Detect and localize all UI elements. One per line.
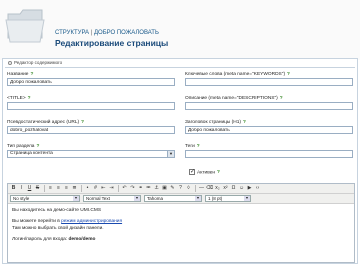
section-type-label: Тип раздела bbox=[7, 144, 35, 149]
content-editor: B I U S ≡ ≡ ≡ ≣ • # ⇤ ⇥ ↶ ↷ ⚭ ⚮ ⚓ ▣ ✎ ? … bbox=[7, 183, 355, 263]
content-line: Вы можете перейти в режим администрирова… bbox=[12, 219, 123, 224]
help-icon[interactable]: ? bbox=[217, 170, 220, 175]
page-header: СТРУКТУРА | ДОБРО ПОЖАЛОВАТЬ Редактирова… bbox=[0, 0, 360, 60]
tab-icon bbox=[8, 60, 12, 65]
editor-content[interactable]: Вы находитесь на демо-сайте UMI.CMS Вы м… bbox=[8, 204, 354, 246]
help-icon[interactable]: ? bbox=[197, 144, 200, 149]
editor-format-toolbar: No style ▼ Normal Text ▼ Tahoma ▼ 1 (8 pt) ▼ bbox=[8, 194, 354, 204]
toolbar-separator bbox=[44, 185, 45, 192]
name-input[interactable] bbox=[7, 78, 175, 86]
divider bbox=[5, 67, 355, 68]
numbered-list-icon[interactable]: # bbox=[92, 185, 99, 192]
keywords-label: Ключевые слова (meta name="KEYWORDS") bbox=[185, 72, 286, 77]
keywords-input[interactable] bbox=[185, 78, 353, 86]
active-toggle[interactable]: Активен? bbox=[189, 168, 220, 176]
breadcrumb-separator: | bbox=[90, 30, 93, 36]
help-icon[interactable]: ? bbox=[177, 185, 184, 192]
hr-icon[interactable]: — bbox=[198, 185, 205, 192]
description-label: Описание (meta name="DESCRIPTIONS") bbox=[185, 96, 278, 101]
chevron-down-icon: ▼ bbox=[244, 196, 250, 201]
sup-icon[interactable]: x² bbox=[222, 185, 229, 192]
help-icon[interactable]: ? bbox=[243, 120, 246, 125]
anchor-icon[interactable]: ⚓ bbox=[153, 185, 160, 192]
font-select[interactable]: Tahoma ▼ bbox=[144, 195, 202, 202]
style-select[interactable]: No style ▼ bbox=[10, 195, 80, 202]
folder-icon bbox=[5, 9, 45, 43]
align-center-icon[interactable]: ≡ bbox=[55, 185, 62, 192]
link-icon[interactable]: ⚭ bbox=[137, 185, 144, 192]
name-label: Название bbox=[7, 72, 29, 77]
align-left-icon[interactable]: ≡ bbox=[47, 185, 54, 192]
section-type-select[interactable]: Страница контента ▼ bbox=[7, 150, 175, 158]
indent-icon[interactable]: ⇥ bbox=[108, 185, 115, 192]
tab-content-editor[interactable]: Редактор содержимого bbox=[5, 59, 65, 67]
unlink-icon[interactable]: ⚮ bbox=[145, 185, 152, 192]
admin-mode-link[interactable]: режим администрирования bbox=[61, 219, 122, 224]
toolbar-separator bbox=[81, 185, 82, 192]
title-input[interactable] bbox=[7, 102, 175, 110]
title-label: <TITLE> bbox=[7, 96, 26, 101]
description-field-group: Описание (meta name="DESCRIPTIONS")? bbox=[185, 95, 353, 110]
edit-form: Редактор содержимого Название? Ключевые … bbox=[2, 58, 358, 264]
help-icon[interactable]: ? bbox=[30, 72, 33, 77]
chevron-down-icon: ▼ bbox=[167, 151, 174, 157]
tags-label: Теги bbox=[185, 144, 195, 149]
sub-icon[interactable]: x₂ bbox=[214, 185, 221, 192]
strikethrough-icon[interactable]: S bbox=[34, 185, 41, 192]
help-icon[interactable]: ? bbox=[81, 120, 84, 125]
chevron-down-icon: ▼ bbox=[134, 196, 140, 201]
section-type-field-group: Тип раздела? Страница контента ▼ bbox=[7, 143, 175, 158]
undo-icon[interactable]: ↶ bbox=[121, 185, 128, 192]
page-title: Редактирование страницы bbox=[55, 38, 169, 48]
chevron-down-icon: ▼ bbox=[73, 196, 79, 201]
keywords-field-group: Ключевые слова (meta name="KEYWORDS")? bbox=[185, 71, 353, 86]
active-label: Активен bbox=[197, 170, 216, 176]
redo-icon[interactable]: ↷ bbox=[129, 185, 136, 192]
title-field-group: <TITLE>? bbox=[7, 95, 175, 110]
content-line: Вы находитесь на демо-сайте UMI.CMS bbox=[12, 208, 102, 213]
breadcrumb-section[interactable]: СТРУКТУРА bbox=[55, 30, 89, 36]
bullet-list-icon[interactable]: • bbox=[84, 185, 91, 192]
url-label: Псевдостатический адрес (URL) bbox=[7, 120, 80, 125]
remove-format-icon[interactable]: ⌫ bbox=[206, 185, 213, 192]
url-field-group: Псевдостатический адрес (URL)? bbox=[7, 119, 175, 134]
tags-input[interactable] bbox=[185, 150, 353, 158]
bold-icon[interactable]: B bbox=[10, 185, 17, 192]
chevron-down-icon: ▼ bbox=[195, 196, 201, 201]
description-input[interactable] bbox=[185, 102, 353, 110]
help-icon[interactable]: ? bbox=[280, 96, 283, 101]
h1-field-group: Заголовок страницы (H1)? bbox=[185, 119, 353, 134]
outdent-icon[interactable]: ⇤ bbox=[100, 185, 107, 192]
code-icon[interactable]: ◊ bbox=[185, 185, 192, 192]
media-icon[interactable]: ▶ bbox=[246, 185, 253, 192]
h1-input[interactable] bbox=[185, 126, 353, 134]
content-line: Там можно выбрать свой дизайн панели. bbox=[12, 226, 104, 231]
breadcrumb-current: ДОБРО ПОЖАЛОВАТЬ bbox=[93, 30, 159, 36]
toolbar-separator bbox=[195, 185, 196, 192]
italic-icon[interactable]: I bbox=[18, 185, 25, 192]
align-right-icon[interactable]: ≡ bbox=[63, 185, 70, 192]
url-input[interactable] bbox=[7, 126, 175, 134]
underline-icon[interactable]: U bbox=[26, 185, 33, 192]
tags-field-group: Теги? bbox=[185, 143, 353, 158]
active-checkbox[interactable] bbox=[189, 168, 195, 175]
help-icon[interactable]: ? bbox=[287, 72, 290, 77]
help-icon[interactable]: ? bbox=[36, 144, 39, 149]
help-icon[interactable]: ? bbox=[28, 96, 31, 101]
toolbar-separator bbox=[118, 185, 119, 192]
charmap-icon[interactable]: Ω bbox=[230, 185, 237, 192]
h1-label: Заголовок страницы (H1) bbox=[185, 120, 242, 125]
html-source-icon[interactable]: ‹› bbox=[254, 185, 261, 192]
size-select[interactable]: 1 (8 pt) ▼ bbox=[205, 195, 251, 202]
content-line: Логин/пароль для входа: demo/demo bbox=[12, 237, 96, 242]
format-select[interactable]: Normal Text ▼ bbox=[83, 195, 141, 202]
cleanup-icon[interactable]: ✎ bbox=[169, 185, 176, 192]
image-icon[interactable]: ▣ bbox=[161, 185, 168, 192]
align-justify-icon[interactable]: ≣ bbox=[71, 185, 78, 192]
breadcrumb: СТРУКТУРА | ДОБРО ПОЖАЛОВАТЬ bbox=[55, 30, 159, 36]
editor-toolbar: B I U S ≡ ≡ ≡ ≣ • # ⇤ ⇥ ↶ ↷ ⚭ ⚮ ⚓ ▣ ✎ ? … bbox=[8, 184, 354, 194]
emotions-icon[interactable]: ☺ bbox=[238, 185, 245, 192]
name-field-group: Название? bbox=[7, 71, 175, 86]
